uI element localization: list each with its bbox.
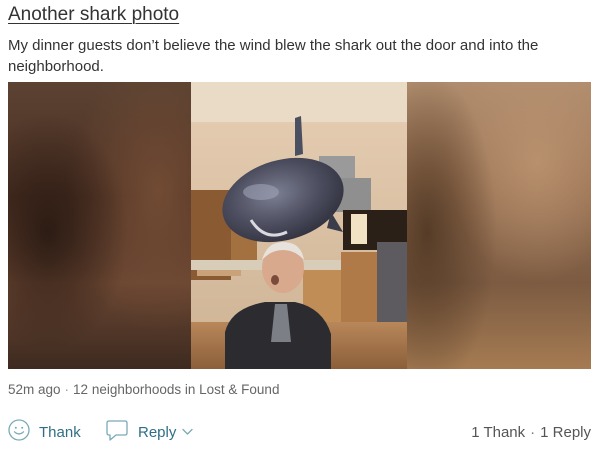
smiley-icon	[8, 418, 30, 446]
post-media[interactable]	[8, 82, 591, 369]
shark-balloon-photo[interactable]	[191, 82, 407, 369]
reply-label: Reply	[138, 423, 177, 441]
post-body: My dinner guests don’t believe the wind …	[8, 37, 539, 75]
speech-bubble-icon	[105, 419, 129, 446]
photo-illustration	[191, 82, 407, 369]
post-title[interactable]: Another shark photo	[8, 4, 179, 26]
meta-separator: ·	[64, 382, 70, 397]
thank-button[interactable]: Thank	[8, 418, 81, 446]
replies-count[interactable]: 1 Reply	[540, 424, 591, 441]
reply-button[interactable]: Reply	[105, 419, 194, 446]
photo-blurred-backdrop-left	[8, 82, 191, 369]
photo-blurred-backdrop-right	[407, 82, 591, 369]
engagement-summary: 1 Thank · 1 Reply	[471, 420, 591, 444]
post-audience[interactable]: 12 neighborhoods in Lost & Found	[73, 382, 279, 397]
thanks-count[interactable]: 1 Thank	[471, 424, 525, 441]
chevron-down-icon[interactable]	[182, 428, 194, 436]
post-meta: 52m ago · 12 neighborhoods in Lost & Found	[8, 382, 279, 397]
post-actions-bar: Thank Reply 1 Thank · 1 Reply	[8, 418, 591, 446]
thank-label: Thank	[39, 423, 81, 441]
summary-separator: ·	[530, 423, 536, 441]
post-timestamp[interactable]: 52m ago	[8, 382, 61, 397]
